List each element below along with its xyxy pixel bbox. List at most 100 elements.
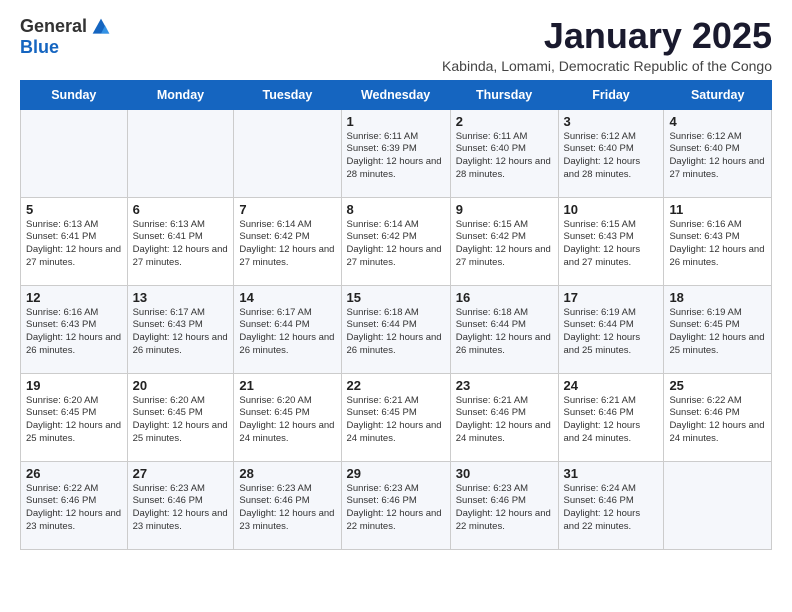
day-number: 16 [456, 290, 553, 305]
day-info: Sunrise: 6:19 AM Sunset: 6:45 PM Dayligh… [669, 307, 766, 358]
calendar-cell: 16 Sunrise: 6:18 AM Sunset: 6:44 PM Dayli… [450, 285, 558, 373]
calendar-cell: 7 Sunrise: 6:14 AM Sunset: 6:42 PM Daylig… [234, 197, 341, 285]
day-info: Sunrise: 6:20 AM Sunset: 6:45 PM Dayligh… [26, 395, 122, 446]
day-number: 11 [669, 202, 766, 217]
weekday-header-friday: Friday [558, 80, 664, 109]
day-number: 1 [347, 114, 445, 129]
week-row-1: 5 Sunrise: 6:13 AM Sunset: 6:41 PM Daylig… [21, 197, 772, 285]
day-number: 17 [564, 290, 659, 305]
day-number: 14 [239, 290, 335, 305]
logo-general-text: General [20, 16, 87, 37]
day-number: 8 [347, 202, 445, 217]
weekday-header-wednesday: Wednesday [341, 80, 450, 109]
day-number: 3 [564, 114, 659, 129]
day-info: Sunrise: 6:20 AM Sunset: 6:45 PM Dayligh… [239, 395, 335, 446]
logo: General Blue [20, 16, 111, 58]
day-number: 4 [669, 114, 766, 129]
calendar-subtitle: Kabinda, Lomami, Democratic Republic of … [442, 58, 772, 74]
weekday-header-saturday: Saturday [664, 80, 772, 109]
day-number: 24 [564, 378, 659, 393]
day-info: Sunrise: 6:19 AM Sunset: 6:44 PM Dayligh… [564, 307, 659, 358]
calendar-cell: 21 Sunrise: 6:20 AM Sunset: 6:45 PM Dayli… [234, 373, 341, 461]
header-row: SundayMondayTuesdayWednesdayThursdayFrid… [21, 80, 772, 109]
day-info: Sunrise: 6:14 AM Sunset: 6:42 PM Dayligh… [239, 219, 335, 270]
calendar-cell: 29 Sunrise: 6:23 AM Sunset: 6:46 PM Dayli… [341, 461, 450, 549]
day-info: Sunrise: 6:20 AM Sunset: 6:45 PM Dayligh… [133, 395, 229, 446]
week-row-3: 19 Sunrise: 6:20 AM Sunset: 6:45 PM Dayli… [21, 373, 772, 461]
day-number: 19 [26, 378, 122, 393]
page: General Blue January 2025 Kabinda, Lomam… [0, 0, 792, 612]
weekday-header-monday: Monday [127, 80, 234, 109]
day-info: Sunrise: 6:13 AM Sunset: 6:41 PM Dayligh… [26, 219, 122, 270]
day-number: 23 [456, 378, 553, 393]
day-info: Sunrise: 6:24 AM Sunset: 6:46 PM Dayligh… [564, 483, 659, 534]
day-info: Sunrise: 6:11 AM Sunset: 6:40 PM Dayligh… [456, 131, 553, 182]
day-info: Sunrise: 6:21 AM Sunset: 6:45 PM Dayligh… [347, 395, 445, 446]
day-number: 18 [669, 290, 766, 305]
calendar-cell: 24 Sunrise: 6:21 AM Sunset: 6:46 PM Dayli… [558, 373, 664, 461]
calendar-cell: 2 Sunrise: 6:11 AM Sunset: 6:40 PM Daylig… [450, 109, 558, 197]
weekday-header-thursday: Thursday [450, 80, 558, 109]
calendar-cell: 19 Sunrise: 6:20 AM Sunset: 6:45 PM Dayli… [21, 373, 128, 461]
calendar-cell: 28 Sunrise: 6:23 AM Sunset: 6:46 PM Dayli… [234, 461, 341, 549]
calendar-cell: 4Sunrise: 6:12 AM Sunset: 6:40 PM Daylig… [664, 109, 772, 197]
day-info: Sunrise: 6:18 AM Sunset: 6:44 PM Dayligh… [347, 307, 445, 358]
header: General Blue January 2025 Kabinda, Lomam… [20, 16, 772, 74]
day-info: Sunrise: 6:18 AM Sunset: 6:44 PM Dayligh… [456, 307, 553, 358]
calendar-cell: 23Sunrise: 6:21 AM Sunset: 6:46 PM Dayli… [450, 373, 558, 461]
calendar-cell: 14Sunrise: 6:17 AM Sunset: 6:44 PM Dayli… [234, 285, 341, 373]
calendar-cell: 11 Sunrise: 6:16 AM Sunset: 6:43 PM Dayli… [664, 197, 772, 285]
day-info: Sunrise: 6:22 AM Sunset: 6:46 PM Dayligh… [669, 395, 766, 446]
calendar-cell: 20 Sunrise: 6:20 AM Sunset: 6:45 PM Dayli… [127, 373, 234, 461]
calendar-table: SundayMondayTuesdayWednesdayThursdayFrid… [20, 80, 772, 550]
day-number: 12 [26, 290, 122, 305]
day-info: Sunrise: 6:11 AM Sunset: 6:39 PM Dayligh… [347, 131, 445, 182]
calendar-cell [21, 109, 128, 197]
title-section: January 2025 Kabinda, Lomami, Democratic… [442, 16, 772, 74]
day-info: Sunrise: 6:12 AM Sunset: 6:40 PM Dayligh… [564, 131, 659, 182]
day-number: 26 [26, 466, 122, 481]
calendar-cell: 5 Sunrise: 6:13 AM Sunset: 6:41 PM Daylig… [21, 197, 128, 285]
day-info: Sunrise: 6:23 AM Sunset: 6:46 PM Dayligh… [347, 483, 445, 534]
calendar-cell: 8 Sunrise: 6:14 AM Sunset: 6:42 PM Daylig… [341, 197, 450, 285]
day-info: Sunrise: 6:16 AM Sunset: 6:43 PM Dayligh… [669, 219, 766, 270]
logo-icon [91, 17, 111, 37]
day-number: 28 [239, 466, 335, 481]
day-info: Sunrise: 6:23 AM Sunset: 6:46 PM Dayligh… [239, 483, 335, 534]
day-info: Sunrise: 6:22 AM Sunset: 6:46 PM Dayligh… [26, 483, 122, 534]
day-number: 29 [347, 466, 445, 481]
day-number: 10 [564, 202, 659, 217]
calendar-cell: 31Sunrise: 6:24 AM Sunset: 6:46 PM Dayli… [558, 461, 664, 549]
calendar-cell: 10Sunrise: 6:15 AM Sunset: 6:43 PM Dayli… [558, 197, 664, 285]
week-row-4: 26 Sunrise: 6:22 AM Sunset: 6:46 PM Dayli… [21, 461, 772, 549]
day-number: 2 [456, 114, 553, 129]
calendar-title: January 2025 [442, 16, 772, 56]
day-number: 21 [239, 378, 335, 393]
calendar-cell [127, 109, 234, 197]
day-info: Sunrise: 6:16 AM Sunset: 6:43 PM Dayligh… [26, 307, 122, 358]
day-number: 6 [133, 202, 229, 217]
calendar-cell: 27Sunrise: 6:23 AM Sunset: 6:46 PM Dayli… [127, 461, 234, 549]
day-number: 13 [133, 290, 229, 305]
day-info: Sunrise: 6:21 AM Sunset: 6:46 PM Dayligh… [564, 395, 659, 446]
day-info: Sunrise: 6:14 AM Sunset: 6:42 PM Dayligh… [347, 219, 445, 270]
day-info: Sunrise: 6:13 AM Sunset: 6:41 PM Dayligh… [133, 219, 229, 270]
calendar-cell: 1 Sunrise: 6:11 AM Sunset: 6:39 PM Daylig… [341, 109, 450, 197]
day-number: 7 [239, 202, 335, 217]
day-number: 5 [26, 202, 122, 217]
logo-blue-text: Blue [20, 37, 59, 58]
day-number: 20 [133, 378, 229, 393]
calendar-cell: 13Sunrise: 6:17 AM Sunset: 6:43 PM Dayli… [127, 285, 234, 373]
calendar-cell: 25 Sunrise: 6:22 AM Sunset: 6:46 PM Dayli… [664, 373, 772, 461]
weekday-header-tuesday: Tuesday [234, 80, 341, 109]
day-number: 22 [347, 378, 445, 393]
calendar-cell: 30Sunrise: 6:23 AM Sunset: 6:46 PM Dayli… [450, 461, 558, 549]
calendar-cell: 12 Sunrise: 6:16 AM Sunset: 6:43 PM Dayli… [21, 285, 128, 373]
calendar-cell: 9Sunrise: 6:15 AM Sunset: 6:42 PM Daylig… [450, 197, 558, 285]
calendar-cell [234, 109, 341, 197]
calendar-cell: 6 Sunrise: 6:13 AM Sunset: 6:41 PM Daylig… [127, 197, 234, 285]
calendar-cell: 15Sunrise: 6:18 AM Sunset: 6:44 PM Dayli… [341, 285, 450, 373]
day-number: 9 [456, 202, 553, 217]
day-number: 25 [669, 378, 766, 393]
calendar-cell: 26 Sunrise: 6:22 AM Sunset: 6:46 PM Dayli… [21, 461, 128, 549]
